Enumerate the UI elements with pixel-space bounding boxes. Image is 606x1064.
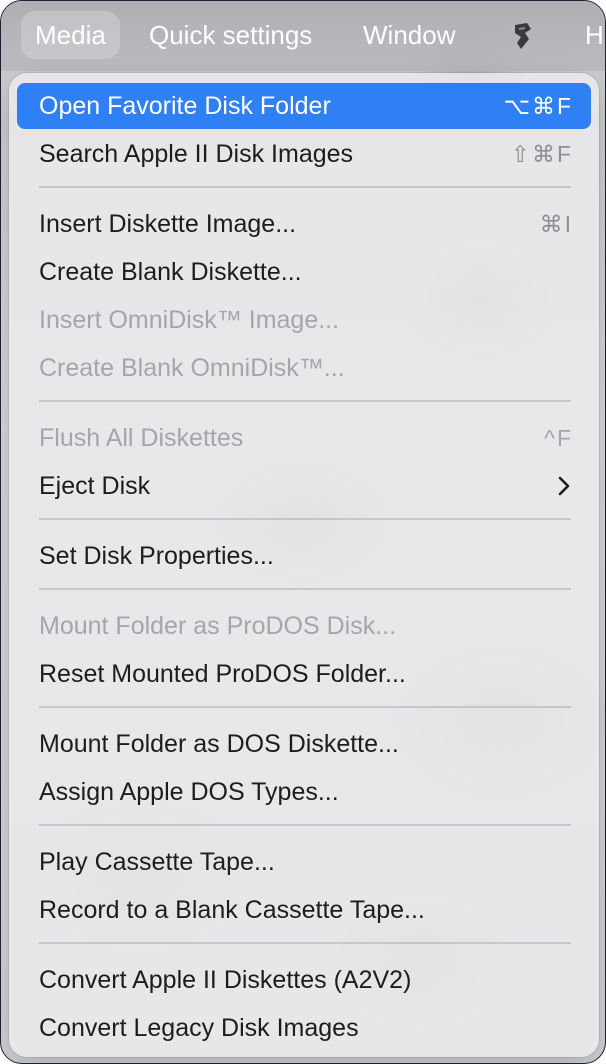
menu-item-label: Create Blank OmniDisk™... bbox=[39, 354, 345, 382]
menu-separator bbox=[39, 824, 571, 826]
menu-item-shortcut: ^F bbox=[544, 425, 573, 451]
menu-item-set-disk-properties[interactable]: Set Disk Properties... bbox=[17, 533, 591, 579]
menu-item-mount-folder-as-prodos-disk: Mount Folder as ProDOS Disk... bbox=[17, 603, 591, 649]
menu-item-record-blank-cassette-tape[interactable]: Record to a Blank Cassette Tape... bbox=[17, 887, 591, 933]
menu-separator bbox=[39, 400, 571, 402]
menu-item-reset-mounted-prodos-folder[interactable]: Reset Mounted ProDOS Folder... bbox=[17, 651, 591, 697]
menu-item-insert-omnidisk-image: Insert OmniDisk™ Image... bbox=[17, 297, 591, 343]
menu-item-label: Eject Disk bbox=[39, 472, 151, 500]
menu-item-label: Set Disk Properties... bbox=[39, 542, 274, 570]
menu-item-label: Flush All Diskettes bbox=[39, 424, 244, 452]
menu-item-play-cassette-tape[interactable]: Play Cassette Tape... bbox=[17, 839, 591, 885]
chevron-right-icon bbox=[558, 476, 570, 496]
menu-item-label: Reset Mounted ProDOS Folder... bbox=[39, 660, 406, 688]
menu-item-mount-folder-as-dos-diskette[interactable]: Mount Folder as DOS Diskette... bbox=[17, 721, 591, 767]
menu-item-label: Mount Folder as DOS Diskette... bbox=[39, 730, 399, 758]
menu-item-label: Insert Diskette Image... bbox=[39, 210, 297, 238]
screenshot-frame: Media Quick settings Window H Open Favor… bbox=[0, 0, 606, 1064]
menu-item-label: Convert Legacy Disk Images bbox=[39, 1014, 359, 1042]
menu-item-create-blank-omnidisk: Create Blank OmniDisk™... bbox=[17, 345, 591, 391]
menu-item-label: Play Cassette Tape... bbox=[39, 848, 275, 876]
menu-item-search-apple-ii-disk-images[interactable]: Search Apple II Disk Images ⇧⌘F bbox=[17, 131, 591, 177]
media-menu: Open Favorite Disk Folder ⌥⌘F Search App… bbox=[9, 73, 599, 1057]
menu-item-label: Record to a Blank Cassette Tape... bbox=[39, 896, 425, 924]
menu-item-shortcut: ⇧⌘F bbox=[510, 141, 573, 167]
menu-separator bbox=[39, 706, 571, 708]
menu-separator bbox=[39, 942, 571, 944]
menu-item-insert-diskette-image[interactable]: Insert Diskette Image... ⌘I bbox=[17, 201, 591, 247]
menu-item-label: Open Favorite Disk Folder bbox=[39, 92, 331, 120]
menu-item-flush-all-diskettes: Flush All Diskettes ^F bbox=[17, 415, 591, 461]
menu-item-label: Create Blank Diskette... bbox=[39, 258, 302, 286]
menu-item-open-favorite-disk-folder[interactable]: Open Favorite Disk Folder ⌥⌘F bbox=[17, 83, 591, 129]
menu-separator bbox=[39, 186, 571, 188]
menu-item-shortcut: ⌥⌘F bbox=[503, 93, 573, 119]
menu-item-create-blank-diskette[interactable]: Create Blank Diskette... bbox=[17, 249, 591, 295]
menubar-item-help[interactable]: H bbox=[571, 11, 605, 59]
menu-separator bbox=[39, 588, 571, 590]
script-icon[interactable] bbox=[509, 21, 535, 51]
menu-item-shortcut: ⌘I bbox=[539, 211, 573, 237]
menu-item-eject-disk[interactable]: Eject Disk bbox=[17, 463, 591, 509]
menu-bar: Media Quick settings Window H bbox=[1, 1, 605, 71]
menu-item-convert-legacy-disk-images[interactable]: Convert Legacy Disk Images bbox=[17, 1005, 591, 1051]
menu-item-label: Mount Folder as ProDOS Disk... bbox=[39, 612, 397, 640]
menubar-item-window[interactable]: Window bbox=[349, 11, 469, 59]
menu-item-label: Convert Apple II Diskettes (A2V2) bbox=[39, 966, 412, 994]
menu-item-assign-apple-dos-types[interactable]: Assign Apple DOS Types... bbox=[17, 769, 591, 815]
menu-item-convert-apple-ii-diskettes[interactable]: Convert Apple II Diskettes (A2V2) bbox=[17, 957, 591, 1003]
menu-item-label: Insert OmniDisk™ Image... bbox=[39, 306, 340, 334]
menu-item-label: Assign Apple DOS Types... bbox=[39, 778, 339, 806]
menu-separator bbox=[39, 518, 571, 520]
menu-item-label: Search Apple II Disk Images bbox=[39, 140, 354, 168]
menubar-item-media[interactable]: Media bbox=[21, 11, 120, 59]
menubar-item-quick-settings[interactable]: Quick settings bbox=[135, 11, 326, 59]
